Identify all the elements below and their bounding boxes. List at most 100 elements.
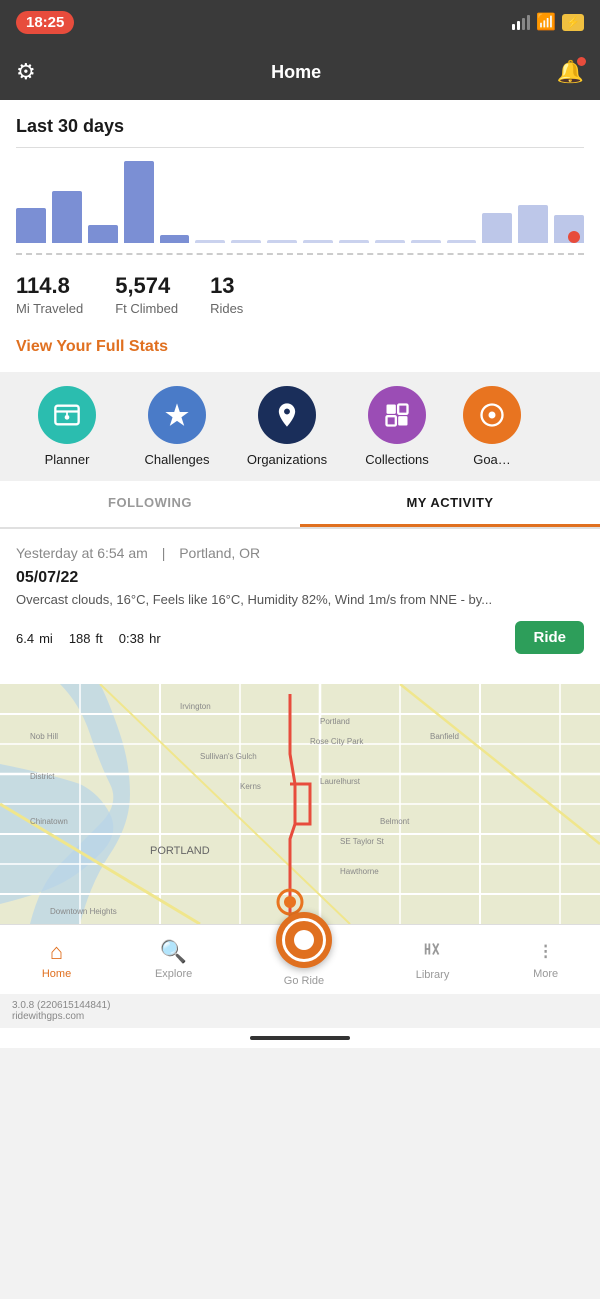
top-nav: ⚙ Home 🔔 bbox=[0, 44, 600, 100]
chart-bar bbox=[447, 240, 477, 243]
activity-tabs: FOLLOWING MY ACTIVITY bbox=[0, 481, 600, 529]
settings-icon[interactable]: ⚙ bbox=[16, 59, 36, 85]
more-icon: ⁝ bbox=[542, 939, 549, 965]
library-label: Library bbox=[416, 969, 450, 981]
svg-text:Banfield: Banfield bbox=[430, 732, 459, 741]
go-ride-label: Go Ride bbox=[284, 975, 324, 987]
svg-text:PORTLAND: PORTLAND bbox=[150, 845, 210, 857]
chart-bar bbox=[52, 191, 82, 243]
rides-metric: 13 Rides bbox=[210, 273, 243, 316]
page-title: Home bbox=[271, 62, 321, 83]
status-bar: 18:25 📶 ⚡ bbox=[0, 0, 600, 44]
rides-value: 13 bbox=[210, 273, 243, 299]
chart-bar bbox=[16, 208, 46, 243]
status-icons: 📶 ⚡ bbox=[512, 12, 584, 32]
home-bar bbox=[0, 1028, 600, 1048]
nav-library[interactable]: Library bbox=[416, 938, 450, 981]
chart-bar bbox=[160, 235, 190, 243]
activity-date: 05/07/22 bbox=[16, 569, 584, 587]
metrics-row: 114.8 Mi Traveled 5,574 Ft Climbed 13 Ri… bbox=[16, 261, 584, 328]
more-label: More bbox=[533, 968, 558, 980]
home-icon: ⌂ bbox=[50, 939, 63, 965]
nav-explore[interactable]: 🔍 Explore bbox=[155, 939, 192, 980]
svg-text:Nob Hill: Nob Hill bbox=[30, 732, 58, 741]
svg-text:District: District bbox=[30, 772, 55, 781]
goals-action[interactable]: Goa… bbox=[452, 386, 532, 467]
tab-following[interactable]: FOLLOWING bbox=[0, 481, 300, 527]
chart-bar bbox=[88, 225, 118, 243]
go-ride-button[interactable] bbox=[276, 912, 332, 968]
ride-button[interactable]: Ride bbox=[515, 621, 584, 654]
activity-map[interactable]: PORTLAND Nob Hill District Chinatown Irv… bbox=[0, 684, 600, 924]
chart-bar bbox=[124, 161, 154, 243]
wifi-icon: 📶 bbox=[536, 12, 556, 32]
svg-text:Laurelhurst: Laurelhurst bbox=[320, 777, 361, 786]
chart-bar bbox=[411, 240, 441, 243]
version-text: 3.0.8 (220615144841) bbox=[12, 1000, 110, 1011]
svg-text:Irvington: Irvington bbox=[180, 702, 211, 711]
nav-home[interactable]: ⌂ Home bbox=[42, 939, 71, 980]
activity-timestamp: Yesterday at 6:54 am | Portland, OR bbox=[16, 545, 584, 561]
activity-chart bbox=[16, 147, 584, 247]
notification-dot bbox=[577, 57, 586, 66]
explore-icon: 🔍 bbox=[160, 939, 187, 965]
activity-weather: Overcast clouds, 16°C, Feels like 16°C, … bbox=[16, 591, 584, 609]
svg-text:Portland: Portland bbox=[320, 717, 350, 726]
organizations-action[interactable]: Organizations bbox=[232, 386, 342, 467]
svg-text:Hawthorne: Hawthorne bbox=[340, 867, 379, 876]
goals-label: Goa… bbox=[473, 452, 511, 467]
quick-actions: Planner Challenges Organizations bbox=[0, 372, 600, 481]
svg-text:Downtown Heights: Downtown Heights bbox=[50, 907, 117, 916]
stats-title: Last 30 days bbox=[16, 116, 584, 137]
distance-value: 114.8 bbox=[16, 273, 83, 299]
view-full-stats-link[interactable]: View Your Full Stats bbox=[16, 328, 584, 372]
planner-icon bbox=[38, 386, 96, 444]
distance-label: Mi Traveled bbox=[16, 301, 83, 316]
chart-baseline bbox=[16, 253, 584, 255]
rides-label: Rides bbox=[210, 301, 243, 316]
nav-more[interactable]: ⁝ More bbox=[533, 939, 558, 980]
planner-label: Planner bbox=[45, 452, 90, 467]
svg-text:SE Taylor St: SE Taylor St bbox=[340, 837, 385, 846]
home-label: Home bbox=[42, 968, 71, 980]
activity-time: 0:38 hr bbox=[119, 627, 161, 648]
chart-bar bbox=[267, 240, 297, 243]
challenges-action[interactable]: Challenges bbox=[122, 386, 232, 467]
chart-endpoint-dot bbox=[568, 231, 580, 243]
battery-icon: ⚡ bbox=[562, 14, 584, 31]
signal-icon bbox=[512, 15, 530, 30]
elevation-metric: 5,574 Ft Climbed bbox=[115, 273, 178, 316]
notifications-button[interactable]: 🔔 bbox=[557, 59, 584, 85]
challenges-label: Challenges bbox=[144, 452, 209, 467]
svg-text:Sullivan's Gulch: Sullivan's Gulch bbox=[200, 752, 257, 761]
explore-label: Explore bbox=[155, 968, 192, 980]
chart-bar bbox=[518, 205, 548, 243]
collections-label: Collections bbox=[365, 452, 429, 467]
chart-bar bbox=[231, 240, 261, 243]
activity-location: Portland, OR bbox=[179, 545, 260, 561]
nav-go-ride[interactable]: Go Ride bbox=[276, 932, 332, 987]
chart-bar bbox=[303, 240, 333, 243]
collections-icon bbox=[368, 386, 426, 444]
library-icon bbox=[422, 938, 444, 966]
organizations-label: Organizations bbox=[247, 452, 327, 467]
chart-bar bbox=[195, 240, 225, 243]
activity-elevation: 188 ft bbox=[69, 627, 103, 648]
activity-stats-row: 6.4 mi 188 ft 0:38 hr Ride bbox=[16, 621, 584, 654]
collections-action[interactable]: Collections bbox=[342, 386, 452, 467]
activity-feed: Yesterday at 6:54 am | Portland, OR 05/0… bbox=[0, 529, 600, 684]
svg-text:Kerns: Kerns bbox=[240, 782, 261, 791]
activity-distance: 6.4 mi bbox=[16, 627, 53, 648]
organizations-icon bbox=[258, 386, 316, 444]
website-text: ridewithgps.com bbox=[12, 1011, 84, 1022]
bottom-nav: ⌂ Home 🔍 Explore Go Ride Library ⁝ More bbox=[0, 924, 600, 994]
stats-section: Last 30 days 114.8 Mi Traveled 5,574 Ft … bbox=[0, 100, 600, 372]
actions-row: Planner Challenges Organizations bbox=[0, 386, 600, 467]
chart-bar bbox=[375, 240, 405, 243]
planner-action[interactable]: Planner bbox=[12, 386, 122, 467]
tab-my-activity[interactable]: MY ACTIVITY bbox=[300, 481, 600, 527]
status-time: 18:25 bbox=[16, 11, 74, 34]
chart-bar bbox=[339, 240, 369, 243]
elevation-label: Ft Climbed bbox=[115, 301, 178, 316]
svg-text:Chinatown: Chinatown bbox=[30, 817, 68, 826]
